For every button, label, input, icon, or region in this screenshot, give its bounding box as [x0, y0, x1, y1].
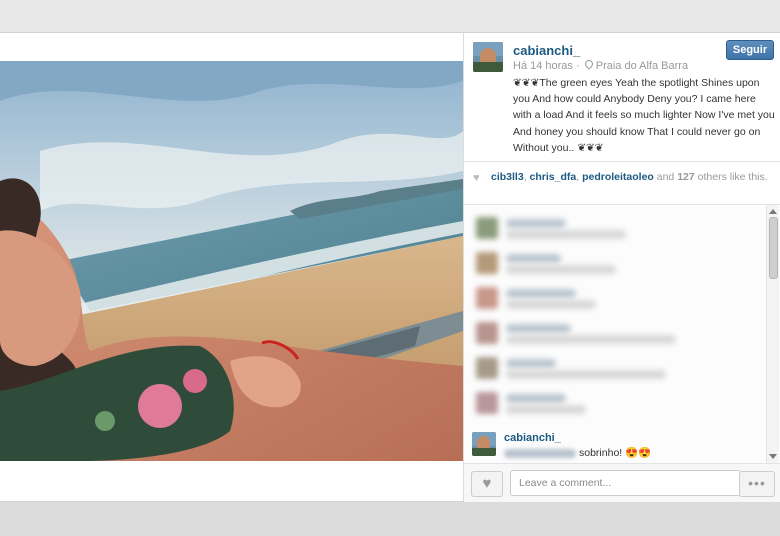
meta-separator: · [576, 60, 580, 72]
list-item [476, 217, 746, 241]
likes-conjunction: and [656, 171, 675, 183]
post-photo[interactable] [0, 61, 463, 461]
list-item [476, 252, 746, 276]
list-item [476, 357, 746, 381]
scroll-thumb[interactable] [769, 217, 778, 279]
comment-input[interactable] [510, 470, 741, 496]
comments-list: cabianchi_ sobrinho! 😍😍 [464, 205, 780, 463]
browser-background-bottom [0, 500, 780, 536]
post-meta: Há 14 horas · Praia do Alfa Barra [513, 58, 688, 72]
post-header: cabianchi_ Seguir Há 14 horas · Praia do… [464, 33, 780, 162]
list-item [476, 392, 746, 416]
heart-icon: ♥ [482, 475, 492, 492]
username-link[interactable]: cabianchi_ [513, 43, 580, 58]
more-options-button[interactable]: ••• [739, 471, 775, 497]
list-item [476, 287, 746, 311]
comments-scrollbar[interactable] [766, 205, 779, 463]
comment-username[interactable]: cabianchi_ [504, 432, 561, 444]
comment-footer: ♥ ••• [464, 463, 780, 502]
likes-row: ♥ cib3ll3, chris_dfa, pedroleitaoleo and… [464, 162, 780, 205]
list-item [476, 322, 746, 346]
likes-suffix: others like this. [697, 171, 768, 183]
follow-button[interactable]: Seguir [726, 40, 774, 60]
photo-panel [0, 33, 463, 501]
post-details-panel: cabianchi_ Seguir Há 14 horas · Praia do… [464, 33, 780, 502]
avatar[interactable] [473, 42, 503, 72]
post-modal: cabianchi_ Seguir Há 14 horas · Praia do… [0, 32, 780, 502]
likes-summary: cib3ll3, chris_dfa, pedroleitaoleo and 1… [491, 171, 768, 183]
location-link[interactable]: Praia do Alfa Barra [596, 60, 688, 72]
liker-link[interactable]: pedroleitaoleo [582, 171, 654, 183]
like-button[interactable]: ♥ [471, 471, 503, 497]
redacted-mention [504, 449, 576, 458]
likes-count[interactable]: 127 [677, 171, 695, 183]
post-time[interactable]: Há 14 horas [513, 60, 573, 72]
browser-background-top [0, 0, 780, 32]
liker-link[interactable]: chris_dfa [530, 171, 577, 183]
scroll-down-arrow-icon[interactable] [769, 454, 777, 459]
post-caption: ❦❦❦The green eyes Yeah the spotlight Shi… [513, 77, 775, 154]
liker-link[interactable]: cib3ll3 [491, 171, 524, 183]
list-item: cabianchi_ sobrinho! 😍😍 [472, 432, 762, 462]
comment-text: sobrinho! 😍😍 [579, 447, 652, 459]
scroll-up-arrow-icon[interactable] [769, 209, 777, 214]
avatar[interactable] [472, 432, 496, 456]
location-pin-icon [583, 58, 595, 70]
heart-icon: ♥ [473, 172, 480, 184]
